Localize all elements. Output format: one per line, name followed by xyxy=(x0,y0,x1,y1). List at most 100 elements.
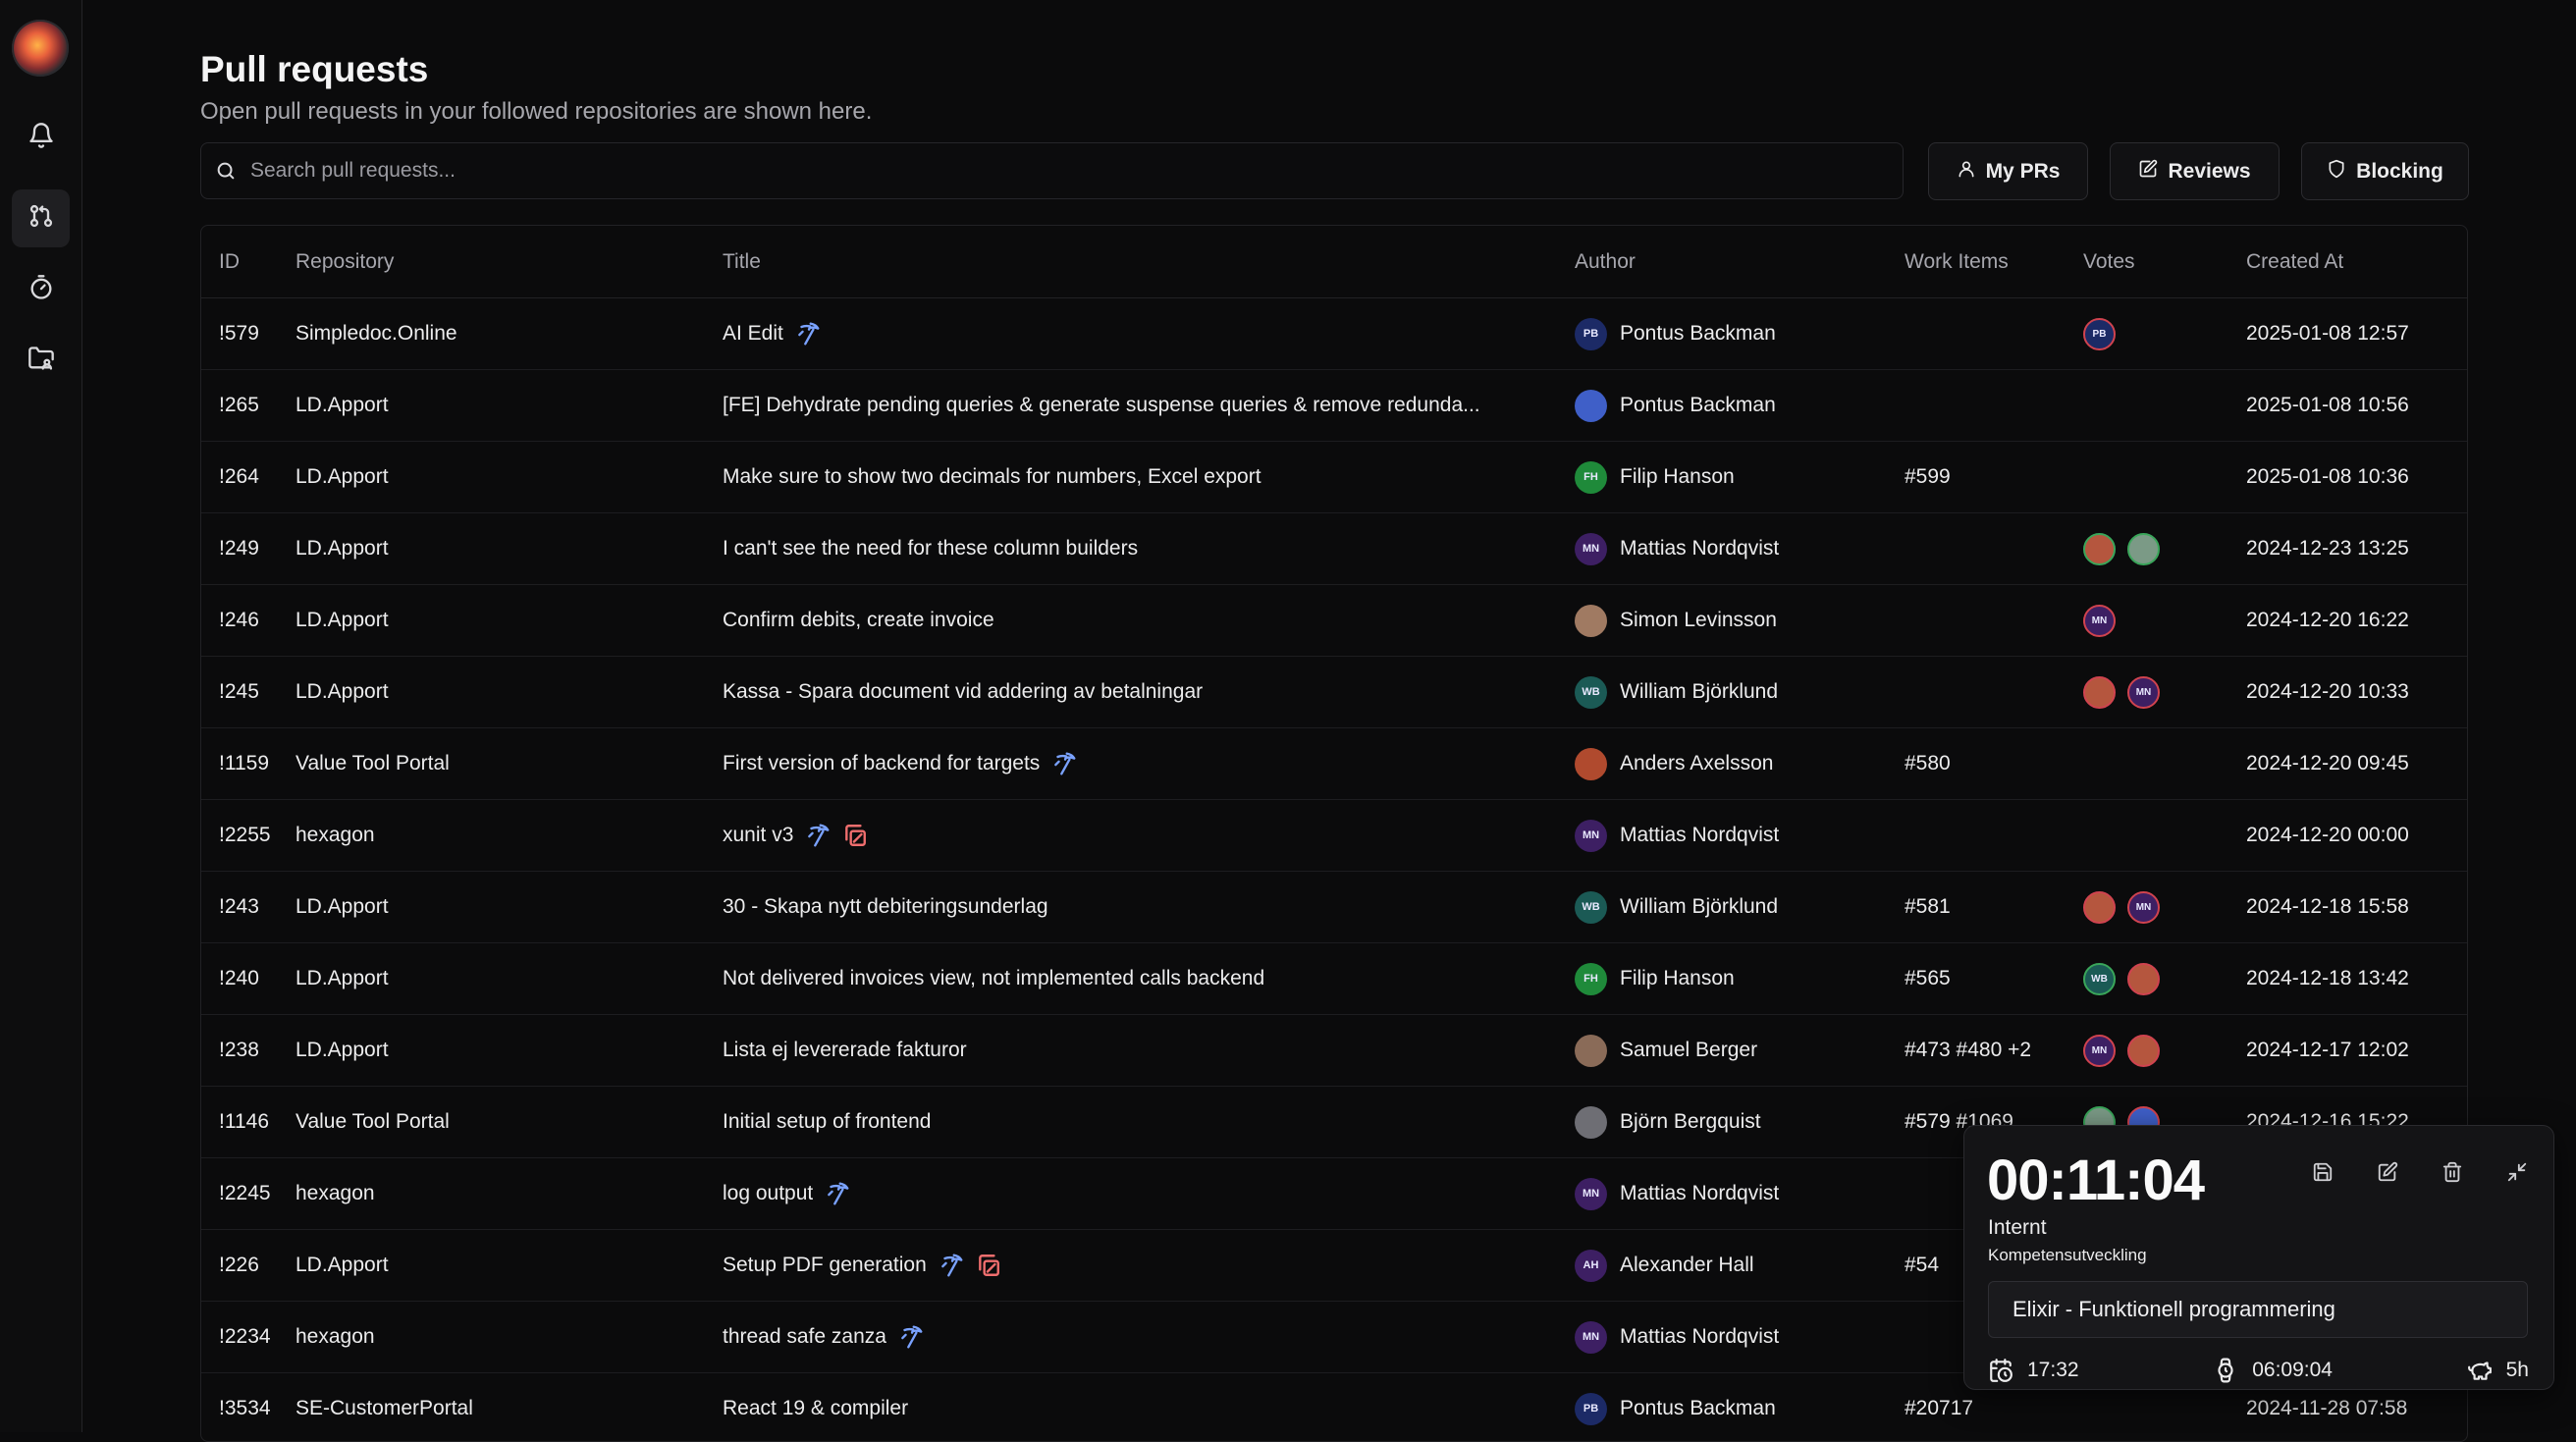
timer-activity: Kompetensutveckling xyxy=(1988,1246,2147,1265)
timer-start: 17:32 xyxy=(1988,1358,2079,1383)
cell-title[interactable]: React 19 & compiler xyxy=(723,1373,1575,1442)
nav-notifications[interactable] xyxy=(12,109,70,167)
timer-task-field[interactable]: Elixir - Funktionell programmering xyxy=(1988,1281,2528,1338)
my-prs-button[interactable]: My PRs xyxy=(1928,142,2088,200)
pickaxe-icon xyxy=(805,823,831,848)
pr-title[interactable]: 30 - Skapa nytt debiteringsunderlag xyxy=(723,895,1048,919)
table-row[interactable]: !249LD.ApportI can't see the need for th… xyxy=(201,513,2468,585)
table-row[interactable]: !2255hexagonxunit v3MNMattias Nordqvist2… xyxy=(201,800,2468,872)
pr-title[interactable]: React 19 & compiler xyxy=(723,1397,908,1420)
table-row[interactable]: !246LD.ApportConfirm debits, create invo… xyxy=(201,585,2468,657)
cell-id: !246 xyxy=(201,585,295,657)
table-row[interactable]: !264LD.ApportMake sure to show two decim… xyxy=(201,442,2468,513)
cell-author: MNMattias Nordqvist xyxy=(1575,1302,1905,1373)
nav-timer[interactable] xyxy=(12,261,70,319)
cell-repository: Simpledoc.Online xyxy=(295,298,723,370)
pr-title[interactable]: xunit v3 xyxy=(723,824,793,847)
cell-title[interactable]: Initial setup of frontend xyxy=(723,1087,1575,1158)
cell-work-items[interactable]: #599 xyxy=(1905,442,2083,513)
cell-title[interactable]: 30 - Skapa nytt debiteringsunderlag xyxy=(723,872,1575,943)
minimize-icon[interactable] xyxy=(2506,1161,2528,1183)
table-row[interactable]: !240LD.ApportNot delivered invoices view… xyxy=(201,943,2468,1015)
vote-avatar xyxy=(2127,963,2160,995)
search-bar[interactable] xyxy=(200,142,1904,199)
cell-title[interactable]: First version of backend for targets xyxy=(723,728,1575,800)
cell-title[interactable]: Not delivered invoices view, not impleme… xyxy=(723,943,1575,1015)
cell-title[interactable]: Setup PDF generation xyxy=(723,1230,1575,1302)
author-name: Björn Bergquist xyxy=(1620,1110,1761,1134)
column-header-work-items[interactable]: Work Items xyxy=(1905,226,2083,298)
cell-votes xyxy=(2083,513,2246,585)
blocking-button[interactable]: Blocking xyxy=(2301,142,2469,200)
column-header-title[interactable]: Title xyxy=(723,226,1575,298)
cell-work-items[interactable] xyxy=(1905,800,2083,872)
trash-icon[interactable] xyxy=(2442,1161,2463,1183)
column-header-id[interactable]: ID xyxy=(201,226,295,298)
cell-votes xyxy=(2083,728,2246,800)
avatar xyxy=(1575,748,1607,780)
table-row[interactable]: !238LD.ApportLista ej levererade fakturo… xyxy=(201,1015,2468,1087)
search-input[interactable] xyxy=(248,158,1823,184)
cell-votes xyxy=(2083,442,2246,513)
table-row[interactable]: !265LD.Apport[FE] Dehydrate pending quer… xyxy=(201,370,2468,442)
cell-repository: Value Tool Portal xyxy=(295,728,723,800)
cell-work-items[interactable]: #565 xyxy=(1905,943,2083,1015)
cell-work-items[interactable] xyxy=(1905,657,2083,728)
cell-created-at: 2024-12-17 12:02 xyxy=(2246,1015,2468,1087)
column-header-author[interactable]: Author xyxy=(1575,226,1905,298)
edit-icon[interactable] xyxy=(2377,1161,2398,1183)
table-row[interactable]: !245LD.ApportKassa - Spara document vid … xyxy=(201,657,2468,728)
cell-work-items[interactable] xyxy=(1905,298,2083,370)
cell-title[interactable]: thread safe zanza xyxy=(723,1302,1575,1373)
save-icon[interactable] xyxy=(2312,1161,2334,1183)
pr-title[interactable]: I can't see the need for these column bu… xyxy=(723,537,1138,561)
nav-pull-requests[interactable] xyxy=(12,189,70,247)
cell-title[interactable]: log output xyxy=(723,1158,1575,1230)
cell-title[interactable]: I can't see the need for these column bu… xyxy=(723,513,1575,585)
cell-title[interactable]: [FE] Dehydrate pending queries & generat… xyxy=(723,370,1575,442)
pr-title[interactable]: Kassa - Spara document vid addering av b… xyxy=(723,680,1203,704)
cell-title[interactable]: Confirm debits, create invoice xyxy=(723,585,1575,657)
app-logo[interactable] xyxy=(12,20,69,77)
cell-work-items[interactable]: #581 xyxy=(1905,872,2083,943)
calendar-clock-icon xyxy=(1988,1358,2013,1383)
cell-title[interactable]: Lista ej levererade fakturor xyxy=(723,1015,1575,1087)
edit-document-icon xyxy=(2138,159,2158,185)
copy-conflict-icon xyxy=(842,823,868,848)
cell-title[interactable]: AI Edit xyxy=(723,298,1575,370)
column-header-votes[interactable]: Votes xyxy=(2083,226,2246,298)
pr-title[interactable]: log output xyxy=(723,1182,813,1205)
table-row[interactable]: !579Simpledoc.OnlineAI EditPBPontus Back… xyxy=(201,298,2468,370)
pr-title[interactable]: Setup PDF generation xyxy=(723,1254,927,1277)
timer-budget: 5h xyxy=(2467,1358,2529,1383)
pr-title[interactable]: Confirm debits, create invoice xyxy=(723,609,994,632)
pr-title[interactable]: Initial setup of frontend xyxy=(723,1110,931,1134)
cell-repository: LD.Apport xyxy=(295,442,723,513)
pr-title[interactable]: [FE] Dehydrate pending queries & generat… xyxy=(723,394,1480,417)
cell-title[interactable]: xunit v3 xyxy=(723,800,1575,872)
cell-author: AHAlexander Hall xyxy=(1575,1230,1905,1302)
pr-title[interactable]: Not delivered invoices view, not impleme… xyxy=(723,967,1264,990)
pr-title[interactable]: First version of backend for targets xyxy=(723,752,1040,775)
cell-work-items[interactable] xyxy=(1905,585,2083,657)
nav-folders[interactable] xyxy=(12,332,70,390)
cell-work-items[interactable] xyxy=(1905,370,2083,442)
cell-work-items[interactable]: #473 #480 +2 xyxy=(1905,1015,2083,1087)
cell-title[interactable]: Kassa - Spara document vid addering av b… xyxy=(723,657,1575,728)
avatar: AH xyxy=(1575,1250,1607,1282)
column-header-repository[interactable]: Repository xyxy=(295,226,723,298)
reviews-button[interactable]: Reviews xyxy=(2110,142,2280,200)
table-row[interactable]: !1159Value Tool PortalFirst version of b… xyxy=(201,728,2468,800)
table-row[interactable]: !243LD.Apport30 - Skapa nytt debiterings… xyxy=(201,872,2468,943)
cell-id: !264 xyxy=(201,442,295,513)
pr-title[interactable]: Make sure to show two decimals for numbe… xyxy=(723,465,1261,489)
column-header-created-at[interactable]: Created At xyxy=(2246,226,2468,298)
timer-actions xyxy=(2312,1161,2528,1183)
cell-work-items[interactable] xyxy=(1905,513,2083,585)
pr-title[interactable]: thread safe zanza xyxy=(723,1325,886,1349)
cell-title[interactable]: Make sure to show two decimals for numbe… xyxy=(723,442,1575,513)
pr-title[interactable]: AI Edit xyxy=(723,322,783,346)
cell-id: !579 xyxy=(201,298,295,370)
cell-work-items[interactable]: #580 xyxy=(1905,728,2083,800)
pr-title[interactable]: Lista ej levererade fakturor xyxy=(723,1039,967,1062)
